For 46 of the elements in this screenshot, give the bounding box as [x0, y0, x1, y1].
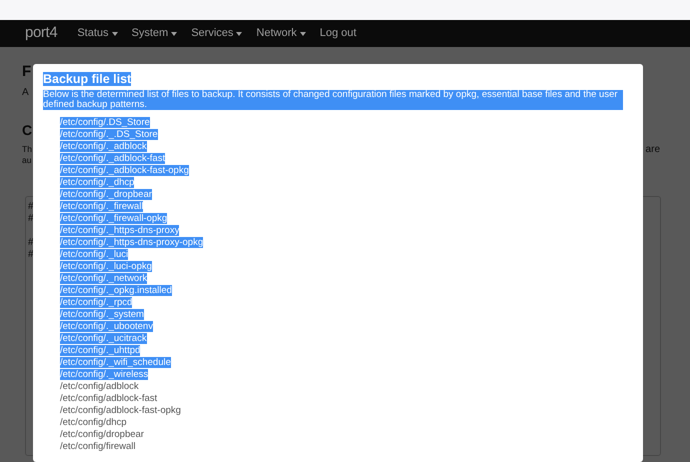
file-path: /etc/config/adblock-fast-opkg — [60, 405, 181, 416]
file-path: /etc/config/dropbear — [60, 429, 144, 440]
description-text: Th — [22, 144, 32, 155]
file-path: /etc/config/adblock — [60, 381, 139, 392]
tab-field: A — [22, 87, 29, 99]
file-path: /etc/config/._wifi_schedule — [60, 357, 171, 368]
description-text: are — [646, 144, 661, 156]
modal-title: Backup file list — [43, 72, 132, 86]
file-path: /etc/config/._wireless — [60, 369, 148, 380]
nav-menu-item[interactable]: Status — [77, 25, 118, 42]
textarea-line: # — [28, 249, 34, 261]
file-path: /etc/config/._ubootenv — [60, 321, 153, 332]
file-path: /etc/config/._system — [60, 309, 144, 320]
file-path: /etc/config/._ucitrack — [60, 333, 147, 344]
textarea-line: # — [28, 213, 34, 225]
file-path: /etc/config/._adblock-fast-opkg — [60, 165, 189, 176]
textarea-line: # — [28, 201, 34, 213]
file-path: /etc/config/._network — [60, 273, 148, 284]
description-text: au — [22, 155, 32, 166]
file-path: /etc/config/._firewall — [60, 201, 144, 212]
file-path: /etc/config/._adblock-fast — [60, 153, 166, 164]
nav-menu-item[interactable]: Log out — [320, 25, 356, 42]
textarea-line: # — [28, 237, 34, 249]
file-path: /etc/config/._dropbear — [60, 189, 152, 200]
file-path: /etc/config/._luci — [60, 249, 128, 260]
file-path: /etc/config/._https-dns-proxy-opkg — [60, 237, 204, 248]
file-path: /etc/config/adblock-fast — [60, 393, 158, 404]
file-path: /etc/config/._dhcp — [60, 177, 134, 188]
modal-description: Below is the determined list of files to backup. It consists of changed configuration files marked by opkg, essential base files and the user defined backup patterns. — [43, 90, 623, 110]
file-path: /etc/config/._firewall-opkg — [60, 213, 168, 224]
nav-menu-item[interactable]: Services — [191, 25, 242, 42]
page-heading: F — [22, 63, 32, 81]
nav-menu-item[interactable]: Network — [256, 25, 306, 42]
file-path: /etc/config/._.DS_Store — [60, 129, 158, 140]
file-path: /etc/config/._luci-opkg — [60, 261, 152, 272]
nav-menu-item[interactable]: System — [132, 25, 178, 42]
brand-logo[interactable]: port4 — [25, 22, 58, 45]
section-heading: C — [22, 122, 32, 138]
file-path: /etc/config/._https-dns-proxy — [60, 225, 180, 236]
file-path: /etc/config/._rpcd — [60, 297, 132, 308]
file-path: /etc/config/firewall — [60, 441, 136, 452]
file-path: /etc/config/._uhttpd — [60, 345, 140, 356]
file-path: /etc/config/dhcp — [60, 417, 127, 428]
file-path: /etc/config/._adblock — [60, 141, 147, 152]
file-path: /etc/config/._opkg.installed — [60, 285, 172, 296]
file-path: /etc/config/.DS_Store — [60, 117, 150, 128]
